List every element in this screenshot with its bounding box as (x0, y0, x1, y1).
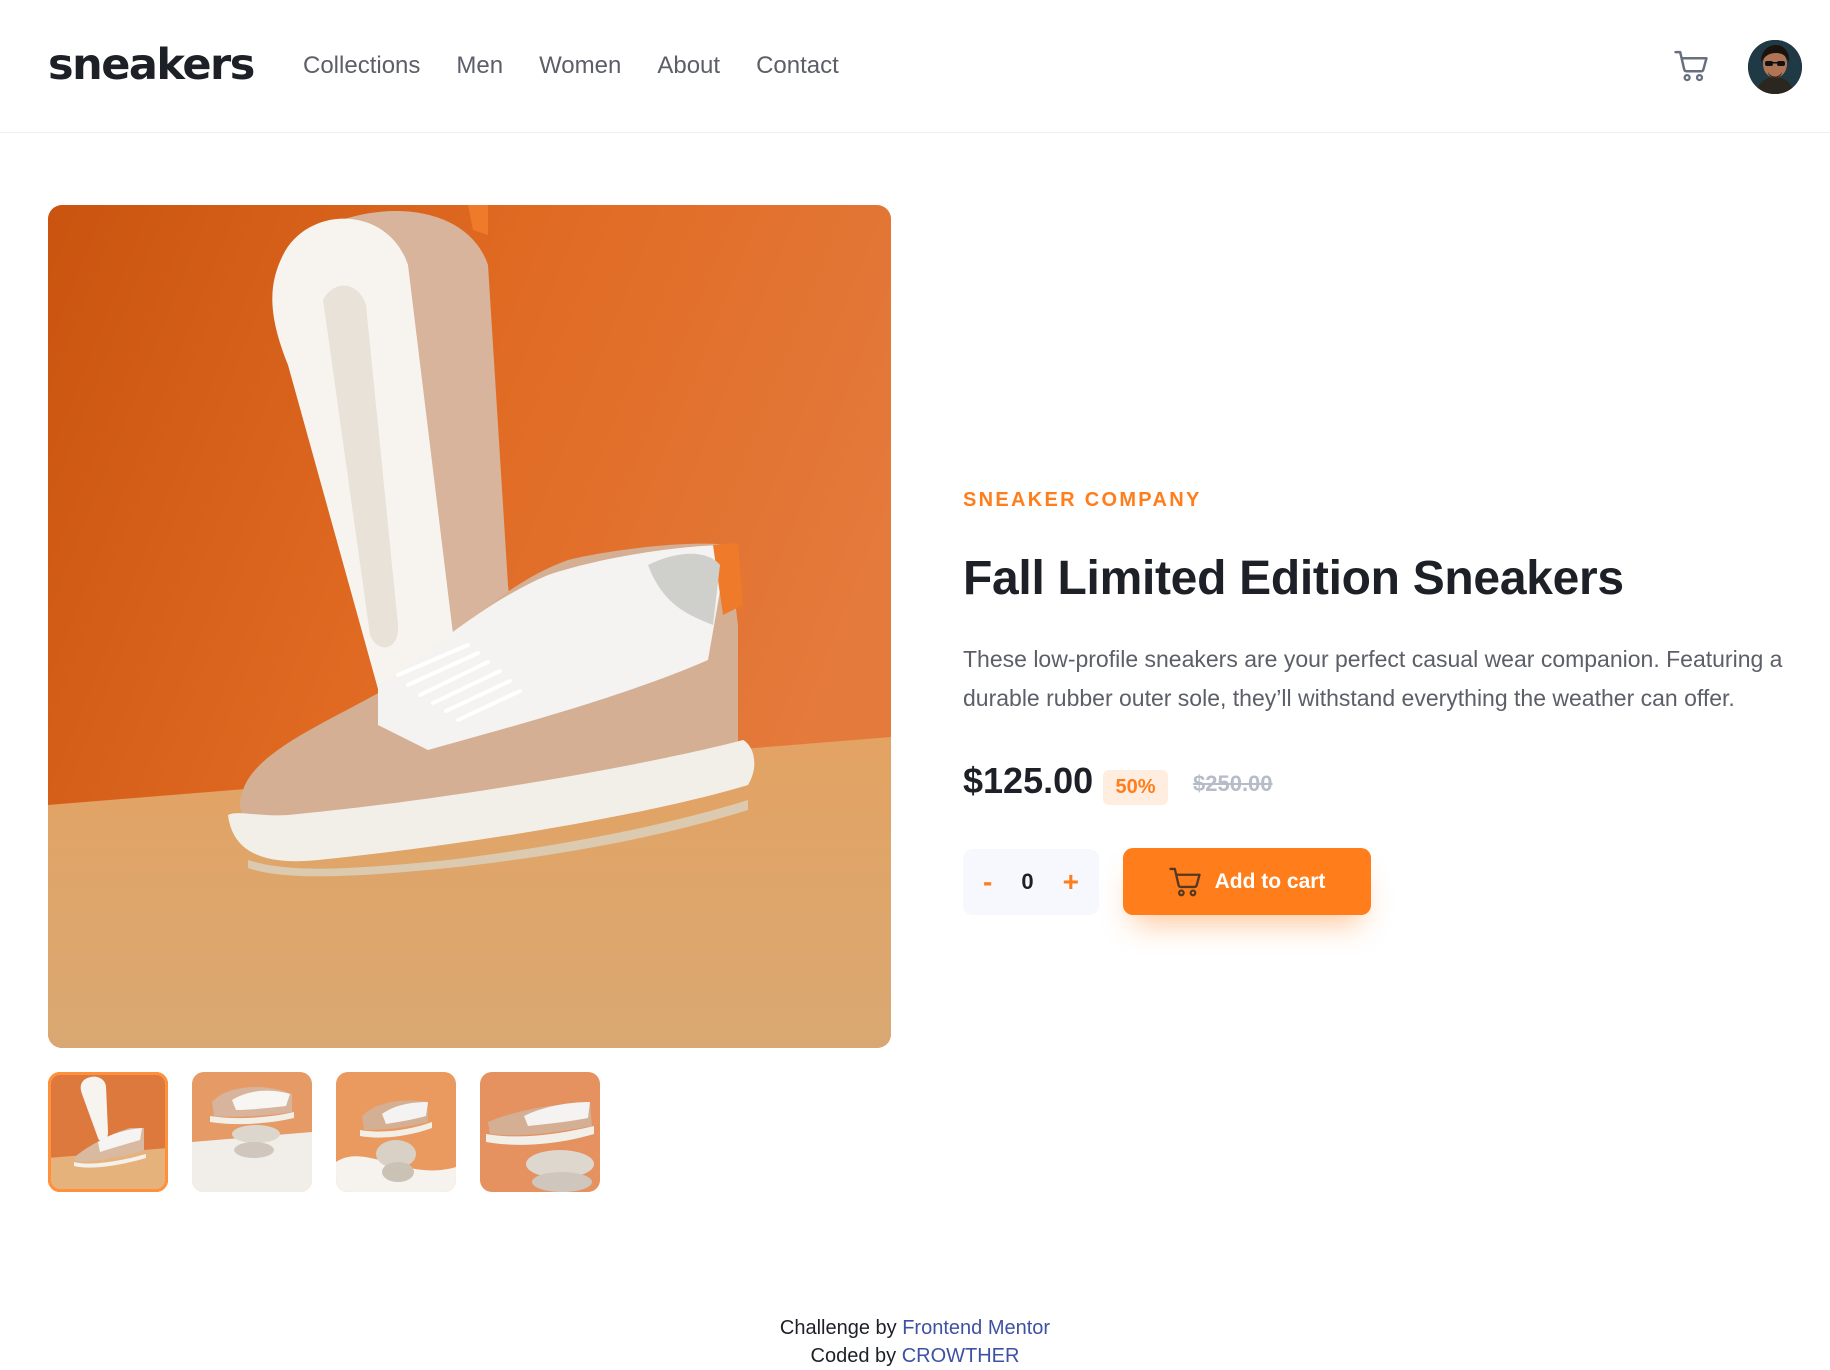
quantity-value: 0 (1021, 869, 1034, 894)
nav-item-women[interactable]: Women (539, 52, 621, 80)
increase-quantity-button[interactable]: + (1063, 868, 1079, 896)
main-nav: Collections Men Women About Contact (303, 52, 839, 80)
cart-icon (1674, 50, 1708, 82)
nav-item-collections[interactable]: Collections (303, 52, 420, 80)
company-name: SNEAKER COMPANY (963, 489, 1202, 511)
product-description: These low-profile sneakers are your perf… (963, 646, 1783, 711)
thumbnail-image-4 (480, 1072, 600, 1192)
original-price: $250.00 (1193, 771, 1273, 796)
challenge-credit: Challenge by Frontend Mentor (0, 1314, 1830, 1342)
sneaker-photo (48, 205, 891, 1048)
author-link[interactable]: CROWTHER (902, 1345, 1020, 1367)
discount-badge: 50% (1103, 770, 1168, 805)
cart-icon (1168, 867, 1201, 896)
quantity-stepper: - 0 + (963, 849, 1099, 915)
thumbnail-image-2 (192, 1072, 312, 1192)
challenge-prefix: Challenge by (779, 1317, 897, 1339)
avatar[interactable] (1748, 40, 1802, 94)
thumbnail-strip (48, 1072, 600, 1192)
add-to-cart-label: Add to cart (1214, 869, 1326, 893)
add-to-cart-button[interactable]: Add to cart (1123, 848, 1371, 915)
current-price: $125.00 (963, 760, 1094, 801)
thumbnail-2[interactable] (192, 1072, 312, 1192)
coded-prefix: Coded by (810, 1345, 897, 1367)
thumbnail-4[interactable] (480, 1072, 600, 1192)
nav-item-contact[interactable]: Contact (756, 52, 839, 80)
frontend-mentor-link[interactable]: Frontend Mentor (902, 1317, 1050, 1339)
thumbnail-image-1 (48, 1072, 168, 1192)
nav-item-about[interactable]: About (657, 52, 720, 80)
nav-item-men[interactable]: Men (456, 52, 503, 80)
avatar-image (1748, 40, 1802, 94)
site-header: sneakers Collections Men Women About Con… (0, 0, 1830, 133)
cart-button[interactable] (1671, 46, 1711, 86)
product-title: Fall Limited Edition Sneakers (963, 552, 1624, 605)
decrease-quantity-button[interactable]: - (983, 868, 992, 896)
main-product-image[interactable] (48, 205, 891, 1048)
thumbnail-image-3 (336, 1072, 456, 1192)
site-logo[interactable]: sneakers (48, 40, 255, 90)
thumbnail-3[interactable] (336, 1072, 456, 1192)
thumbnail-1[interactable] (48, 1072, 168, 1192)
coded-credit: Coded by CROWTHER (0, 1342, 1830, 1370)
